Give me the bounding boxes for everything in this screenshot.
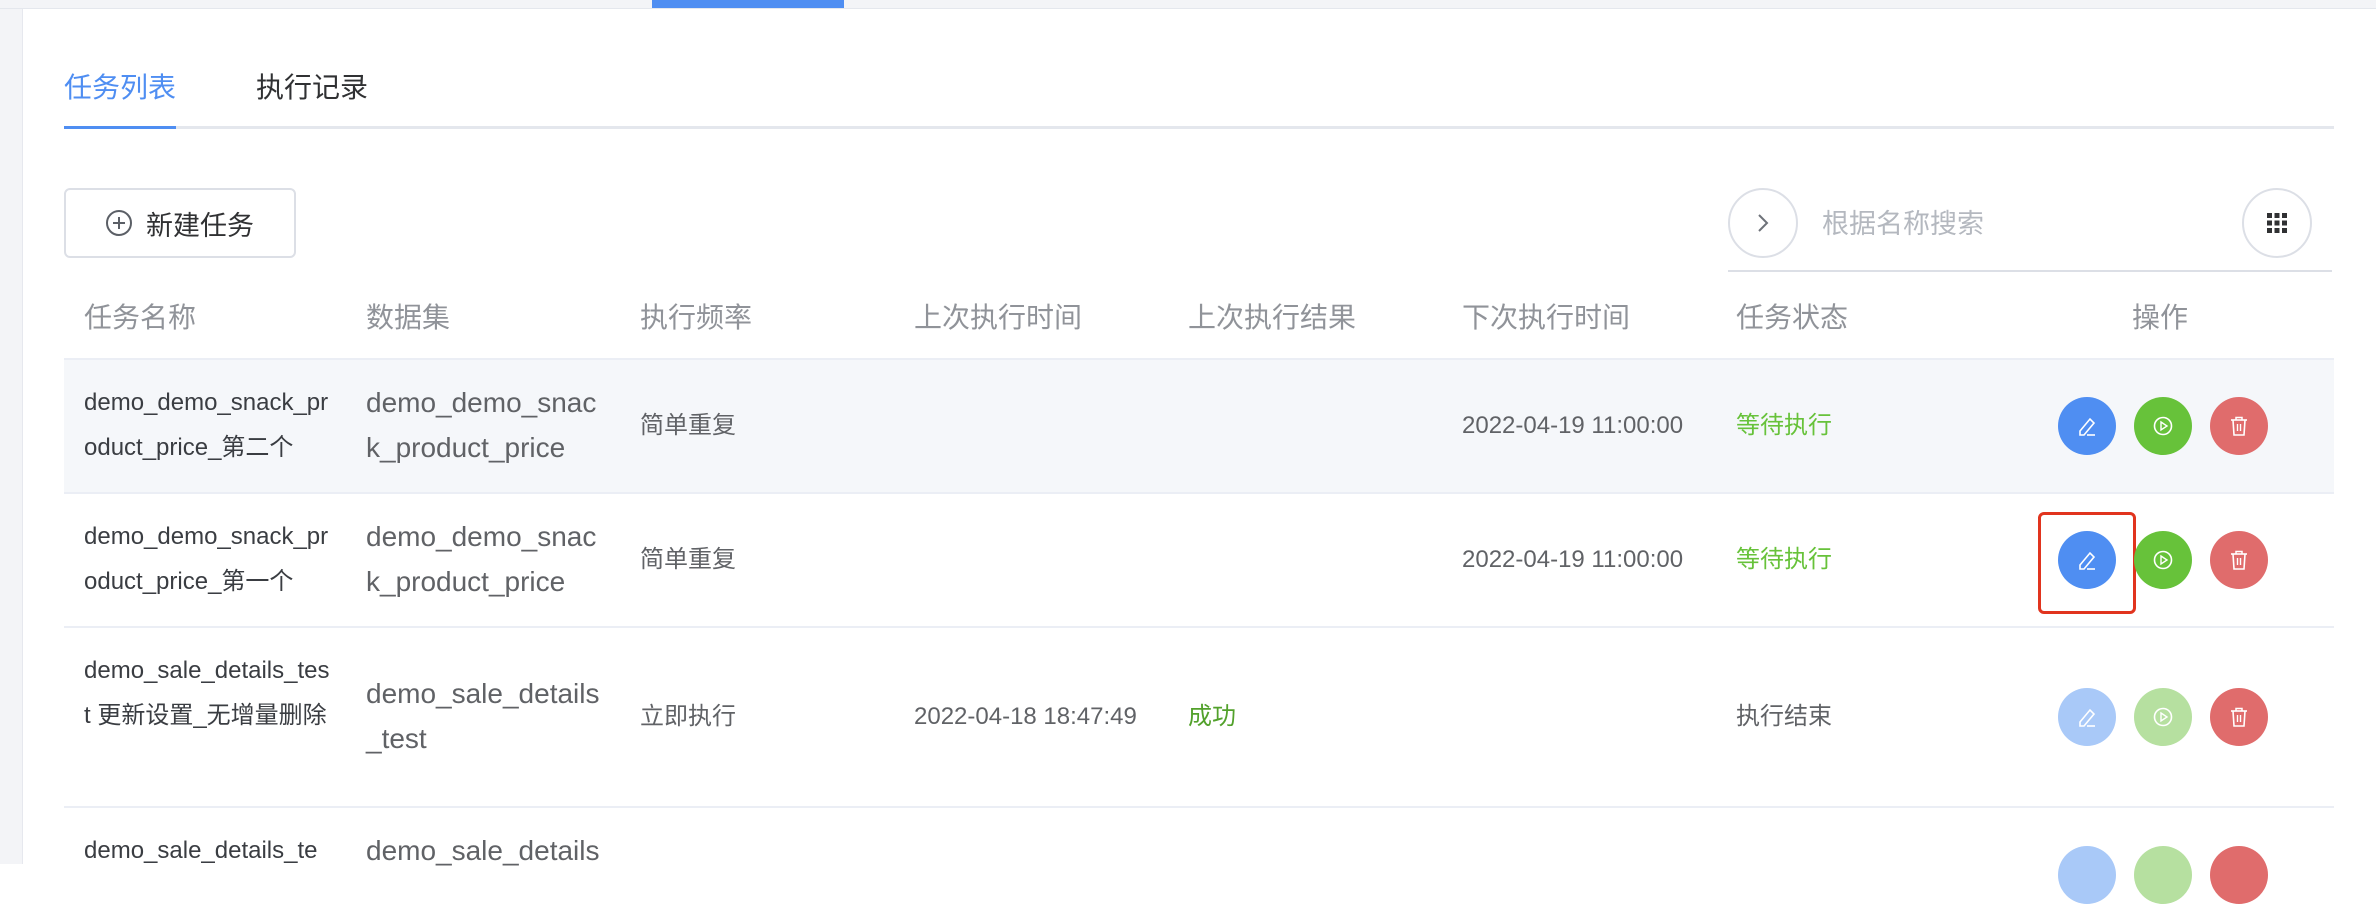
status-cell: 等待执行 (1736, 412, 1832, 439)
status-cell: 执行结束 (1736, 703, 1832, 730)
pencil-icon (2079, 708, 2096, 727)
play-icon (2153, 416, 2173, 436)
tab-task-list[interactable]: 任务列表 (64, 68, 176, 108)
run-button[interactable] (2134, 846, 2192, 904)
table-row[interactable]: demo_demo_snack_product_price_第一个 demo_d… (64, 494, 2334, 628)
top-nav-active-indicator (652, 0, 844, 8)
task-name-cell: demo_sale_details_test 更新设置_无增量删除 (84, 657, 330, 729)
task-name-cell: demo_demo_snack_product_price_第一个 (84, 523, 329, 595)
table-header: 任务名称 数据集 执行频率 上次执行时间 上次执行结果 下次执行时间 任务状态 … (64, 280, 2334, 360)
dataset-cell: demo_demo_snack_product_price (366, 521, 597, 597)
top-nav-strip (0, 0, 2376, 9)
header-next-time: 下次执行时间 (1462, 302, 1631, 333)
delete-button[interactable] (2210, 846, 2268, 904)
header-frequency: 执行频率 (640, 302, 753, 333)
next-time-cell: 2022-04-19 11:00:00 (1462, 412, 1684, 439)
header-last-result: 上次执行结果 (1188, 302, 1357, 333)
edit-button[interactable] (2058, 846, 2116, 904)
dataset-cell: demo_sale_details (366, 835, 600, 866)
delete-button[interactable] (2210, 531, 2268, 589)
play-icon (2153, 550, 2173, 570)
chevron-right-icon (1758, 214, 1769, 232)
next-time-cell: 2022-04-19 11:00:00 (1462, 546, 1684, 573)
dataset-cell: demo_demo_snack_product_price (366, 387, 597, 463)
new-task-button[interactable]: 新建任务 (64, 188, 296, 258)
task-name-cell: demo_demo_snack_product_price_第二个 (84, 389, 329, 461)
delete-button[interactable] (2210, 397, 2268, 455)
table-row[interactable]: demo_demo_snack_product_price_第二个 demo_d… (64, 360, 2334, 494)
edit-button[interactable] (2058, 688, 2116, 746)
search-bar (1728, 188, 2332, 272)
frequency-cell: 简单重复 (640, 412, 736, 439)
header-actions: 操作 (2132, 302, 2189, 333)
status-cell: 等待执行 (1736, 546, 1832, 573)
sidebar-edge (0, 0, 23, 864)
header-dataset: 数据集 (366, 302, 451, 333)
frequency-cell: 立即执行 (640, 703, 736, 730)
dataset-cell: demo_sale_details_test (366, 678, 600, 754)
pencil-icon (2079, 417, 2096, 436)
last-time-cell: 2022-04-18 18:47:49 (914, 703, 1137, 730)
expand-button[interactable] (1728, 188, 1798, 258)
header-status: 任务状态 (1736, 302, 1849, 333)
frequency-cell: 简单重复 (640, 546, 736, 573)
last-result-cell: 成功 (1188, 703, 1236, 730)
table-row[interactable]: demo_sale_details_test 更新设置_无增量删除 demo_s… (64, 628, 2334, 808)
play-icon (2153, 707, 2173, 727)
delete-button[interactable] (2210, 688, 2268, 746)
trash-icon (2231, 550, 2247, 570)
run-button[interactable] (2134, 397, 2192, 455)
table-row[interactable]: demo_sale_details_te demo_sale_details (64, 808, 2334, 904)
edit-button[interactable] (2058, 397, 2116, 455)
trash-icon (2231, 707, 2247, 727)
edit-button[interactable] (2058, 531, 2116, 589)
pencil-icon (2079, 551, 2096, 570)
trash-icon (2231, 416, 2247, 436)
run-button[interactable] (2134, 688, 2192, 746)
task-name-cell: demo_sale_details_te (84, 837, 318, 864)
column-grid-button[interactable] (2242, 188, 2312, 258)
tab-active-underline (64, 126, 176, 129)
new-task-label: 新建任务 (146, 210, 254, 241)
plus-circle-icon (106, 210, 132, 236)
tab-execution-records[interactable]: 执行记录 (256, 68, 368, 108)
grid-icon (2267, 213, 2287, 233)
header-task-name: 任务名称 (84, 302, 197, 333)
task-table: 任务名称 数据集 执行频率 上次执行时间 上次执行结果 下次执行时间 任务状态 … (64, 280, 2334, 904)
search-input[interactable] (1820, 202, 2224, 246)
tab-bar: 任务列表 执行记录 (64, 60, 2334, 129)
run-button[interactable] (2134, 531, 2192, 589)
header-last-time: 上次执行时间 (914, 302, 1083, 333)
